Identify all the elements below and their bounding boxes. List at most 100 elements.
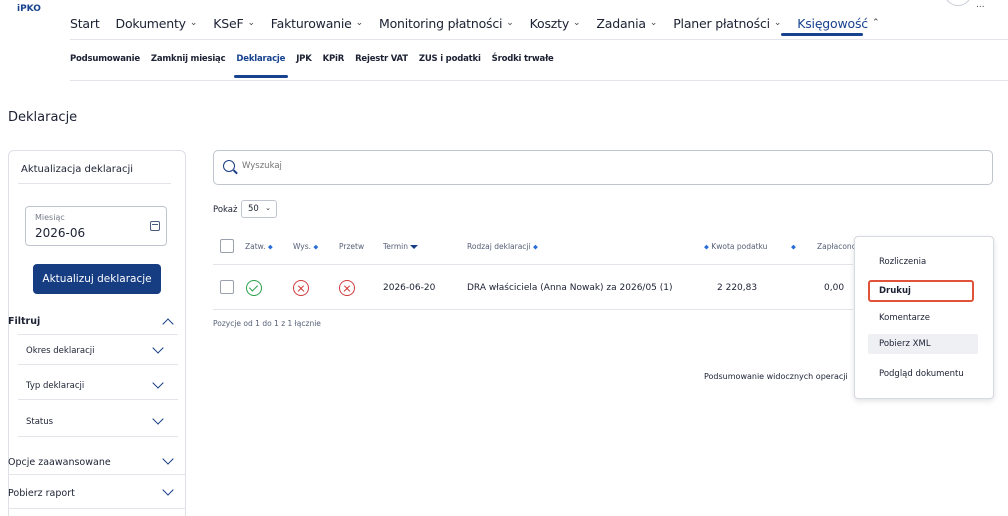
nav-item-fakturowanie[interactable]: Fakturowanie ⌄ <box>271 16 363 31</box>
sort-icon: ⬥ <box>313 243 319 251</box>
nav-label: Księgowość <box>797 15 868 31</box>
search-input[interactable] <box>242 161 942 171</box>
col-tax[interactable]: ⬥ Kwota podatku <box>704 242 767 252</box>
filter-status[interactable]: Status <box>26 417 53 427</box>
row-declaration-type[interactable]: DRA właściciela (Anna Nowak) za 2026/05 … <box>467 283 673 293</box>
update-declarations-button[interactable]: Aktualizuj deklaracje <box>33 264 161 294</box>
chevron-down-icon: ⌄ <box>189 18 198 28</box>
menu-item-komentarze[interactable]: Komentarze <box>868 308 978 328</box>
nav-label: Zadania <box>596 15 646 31</box>
divider <box>18 183 171 184</box>
chevron-down-icon: ⌄ <box>355 18 364 28</box>
nav-label: Start <box>70 15 100 31</box>
sub-navigation: Podsumowanie Zamknij miesiąc Deklaracje … <box>70 54 565 64</box>
nav-label: Dokumenty <box>115 15 187 31</box>
sort-icon: ⬥ <box>267 243 273 251</box>
header-label: Kwota podatku <box>711 242 768 251</box>
chevron-down-icon: ⌄ <box>265 204 271 212</box>
chevron-down-icon: ⌄ <box>649 18 658 28</box>
user-name-fragment[interactable]: ... <box>976 0 985 10</box>
main-navigation: Start Dokumenty ⌄ KSeF ⌄ Fakturowanie ⌄ Mon… <box>70 13 895 33</box>
row-paid-amount: 0,00 <box>824 283 845 293</box>
header-label: Zatw. <box>245 242 266 251</box>
col-processed[interactable]: Przetw <box>339 242 364 251</box>
nav-label: KSeF <box>213 15 244 31</box>
select-all-checkbox[interactable] <box>220 239 234 253</box>
divider <box>70 80 1008 81</box>
nav-item-ksef[interactable]: KSeF ⌄ <box>213 16 255 31</box>
subnav-rejestr-vat[interactable]: Rejestr VAT <box>355 54 408 64</box>
subnav-podsumowanie[interactable]: Podsumowanie <box>70 54 140 64</box>
download-report[interactable]: Pobierz raport <box>8 488 75 499</box>
header-label: Termin <box>383 242 409 251</box>
menu-item-pobierz-xml[interactable]: Pobierz XML <box>868 334 978 354</box>
col-type[interactable]: Rodzaj deklaracji ⬥ <box>467 242 538 252</box>
chevron-up-icon: ⌃ <box>871 18 880 28</box>
sort-icon: ⬥ <box>532 243 538 251</box>
nav-item-ksiegowosc[interactable]: Księgowość ⌃ <box>797 16 879 31</box>
divider <box>18 364 178 365</box>
row-due-date: 2026-06-20 <box>383 283 436 293</box>
active-nav-indicator <box>781 33 863 36</box>
chevron-down-icon: ⌄ <box>506 18 514 28</box>
header-label: Wys. <box>293 242 312 251</box>
subnav-jpk[interactable]: JPK <box>296 54 312 64</box>
divider <box>18 399 178 400</box>
chevron-down-icon: ⌄ <box>247 18 255 28</box>
nav-item-koszty[interactable]: Koszty ⌄ <box>530 16 581 31</box>
subnav-kpir[interactable]: KPiR <box>323 54 345 64</box>
divider <box>70 39 1008 40</box>
pagination-info: Pozycje od 1 do 1 z 1 łącznie <box>213 319 321 328</box>
menu-item-rozliczenia[interactable]: Rozliczenia <box>868 252 978 272</box>
subnav-srodki-trwale[interactable]: Środki trwałe <box>492 54 554 64</box>
chevron-down-icon: ⌄ <box>773 18 782 28</box>
search-icon <box>223 160 235 172</box>
sort-icon[interactable]: ⬥ <box>791 242 796 252</box>
divider <box>8 474 186 475</box>
divider <box>213 264 853 265</box>
advanced-options[interactable]: Opcje zaawansowane <box>8 457 111 468</box>
divider <box>213 309 853 310</box>
page-size-select[interactable]: 50 ⌄ <box>241 200 277 218</box>
col-paid[interactable]: Zapłacono <box>817 242 856 251</box>
subnav-zus[interactable]: ZUS i podatki <box>419 54 481 64</box>
filter-title[interactable]: Filtruj <box>8 316 40 327</box>
col-due[interactable]: Termin <box>383 242 419 251</box>
calendar-icon[interactable] <box>150 221 160 231</box>
filter-typ[interactable]: Typ deklaracji <box>26 381 84 391</box>
subnav-deklaracje[interactable]: Deklaracje <box>236 54 285 64</box>
menu-item-podglad[interactable]: Podgląd dokumentu <box>868 364 978 384</box>
row-tax-amount: 2 220,83 <box>717 283 758 293</box>
nav-label: Planer płatności <box>673 15 770 31</box>
approved-check-icon <box>246 280 262 296</box>
update-section-title: Aktualizacja deklaracji <box>21 164 134 175</box>
sort-icon: ⬥ <box>704 243 709 251</box>
nav-item-dokumenty[interactable]: Dokumenty ⌄ <box>116 16 198 31</box>
chevron-down-icon: ⌄ <box>573 18 581 28</box>
col-sent[interactable]: Wys. ⬥ <box>293 242 318 252</box>
nav-label: Koszty <box>529 15 570 31</box>
nav-label: Monitoring płatności <box>379 15 503 31</box>
nav-item-planer[interactable]: Planer płatności ⌄ <box>673 16 781 31</box>
nav-item-start[interactable]: Start <box>70 16 100 31</box>
header-label: Rodzaj deklaracji <box>467 242 531 251</box>
app-logo[interactable]: iPKO <box>17 4 41 14</box>
nav-item-monitoring[interactable]: Monitoring płatności ⌄ <box>379 16 514 31</box>
month-label: Miesiąc <box>35 213 65 222</box>
nav-label: Fakturowanie <box>270 15 352 31</box>
month-value[interactable]: 2026-06 <box>35 226 85 240</box>
page-title: Deklaracje <box>8 110 78 125</box>
active-subnav-indicator <box>234 75 288 78</box>
not-sent-x-icon <box>293 280 309 296</box>
row-checkbox[interactable] <box>220 280 234 294</box>
divider <box>8 508 186 509</box>
page-size-value: 50 <box>248 204 259 214</box>
print-highlight-box <box>868 280 974 302</box>
filter-okres[interactable]: Okres deklaracji <box>26 346 95 356</box>
subnav-zamknij-miesiac[interactable]: Zamknij miesiąc <box>151 54 226 64</box>
avatar[interactable] <box>944 0 972 6</box>
divider <box>18 334 178 335</box>
visible-summary-label: Podsumowanie widocznych operacji <box>704 372 848 381</box>
col-approved[interactable]: Zatw. ⬥ <box>245 242 273 252</box>
nav-item-zadania[interactable]: Zadania ⌄ <box>596 16 657 31</box>
